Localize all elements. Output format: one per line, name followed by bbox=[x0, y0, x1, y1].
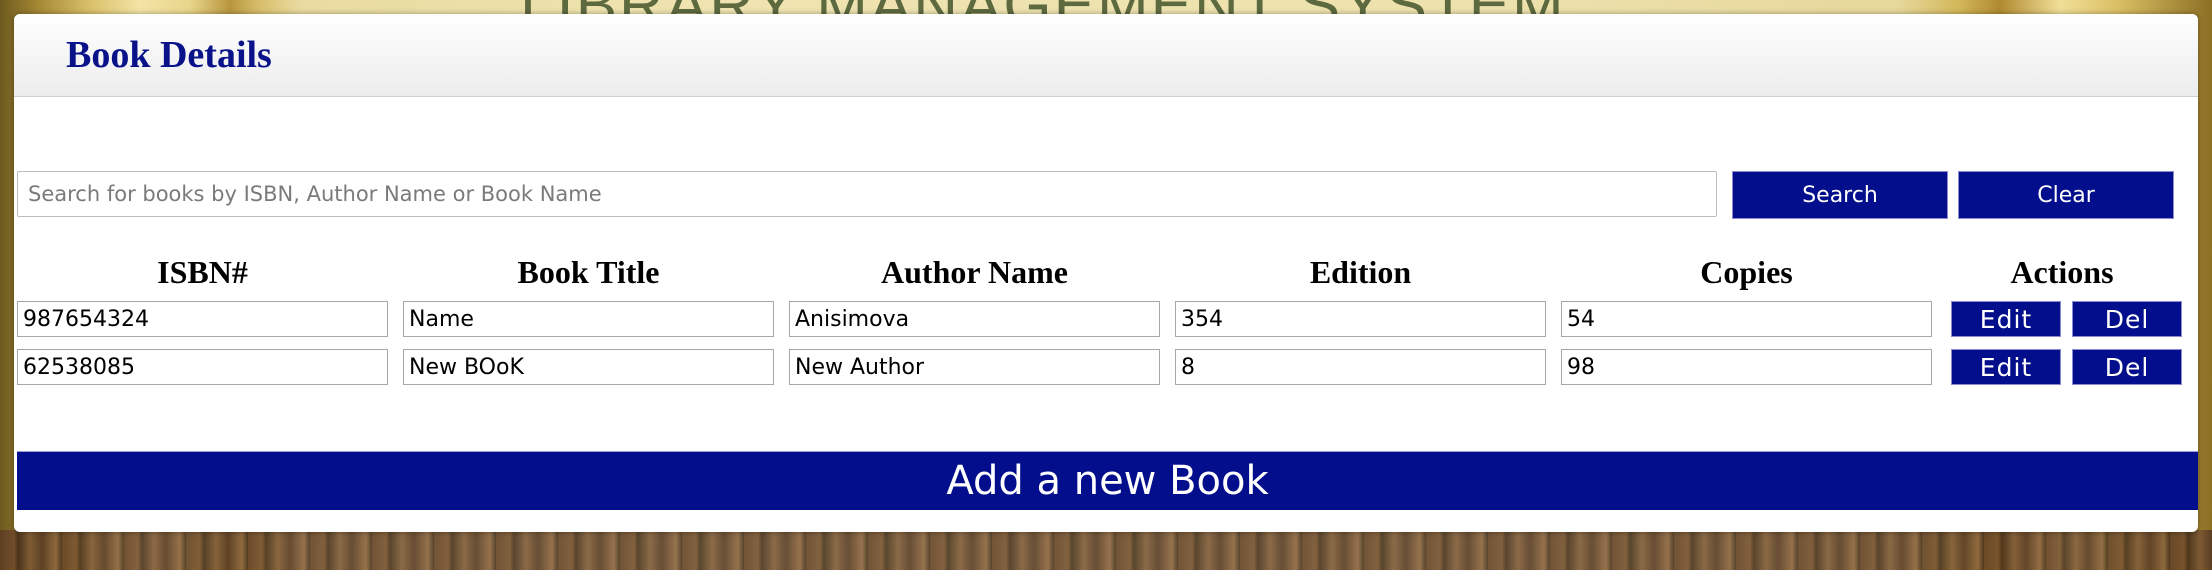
add-new-book-button[interactable]: Add a new Book bbox=[17, 451, 2198, 510]
column-header-copies: Copies bbox=[1700, 254, 1793, 290]
background-bookshelf bbox=[0, 530, 2212, 570]
search-button[interactable]: Search bbox=[1732, 171, 1948, 219]
edit-button[interactable]: Edit bbox=[1951, 301, 2061, 337]
column-header-book-title: Book Title bbox=[517, 254, 660, 290]
table-row: 987654324 Name Anisimova 354 54 Edit Del bbox=[17, 301, 2197, 341]
isbn-field[interactable]: 62538085 bbox=[17, 349, 388, 385]
book-title-field[interactable]: Name bbox=[403, 301, 774, 337]
column-header-edition: Edition bbox=[1309, 254, 1412, 290]
panel-header: Book Details bbox=[14, 14, 2198, 97]
search-input[interactable] bbox=[17, 171, 1717, 217]
edition-field[interactable]: 8 bbox=[1175, 349, 1546, 385]
table-header: ISBN# Book Title Author Name Edition Cop… bbox=[17, 254, 2197, 298]
copies-field[interactable]: 98 bbox=[1561, 349, 1932, 385]
edit-button[interactable]: Edit bbox=[1951, 349, 2061, 385]
book-title-field[interactable]: New BOoK bbox=[403, 349, 774, 385]
author-name-field[interactable]: New Author bbox=[789, 349, 1160, 385]
column-header-actions: Actions bbox=[2010, 254, 2114, 290]
author-name-field[interactable]: Anisimova bbox=[789, 301, 1160, 337]
table-row: 62538085 New BOoK New Author 8 98 Edit D… bbox=[17, 349, 2197, 389]
clear-button[interactable]: Clear bbox=[1958, 171, 2174, 219]
book-details-panel: Book Details Search Clear ISBN# Book Tit… bbox=[14, 14, 2198, 532]
edition-field[interactable]: 354 bbox=[1175, 301, 1546, 337]
search-bar: Search Clear bbox=[17, 171, 2189, 219]
delete-button[interactable]: Del bbox=[2072, 349, 2182, 385]
column-header-isbn: ISBN# bbox=[157, 254, 248, 290]
delete-button[interactable]: Del bbox=[2072, 301, 2182, 337]
isbn-field[interactable]: 987654324 bbox=[17, 301, 388, 337]
column-header-author-name: Author Name bbox=[881, 254, 1068, 290]
copies-field[interactable]: 54 bbox=[1561, 301, 1932, 337]
page-title: Book Details bbox=[66, 34, 272, 76]
